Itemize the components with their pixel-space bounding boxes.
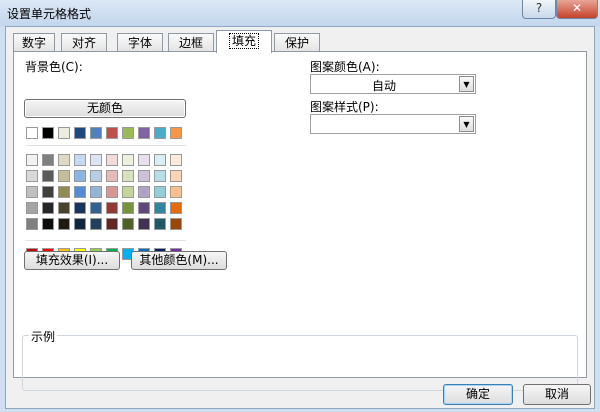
tab-font[interactable]: 字体: [117, 33, 163, 52]
color-swatch[interactable]: [42, 154, 54, 166]
pattern-color-dropdown[interactable]: 自动 ▼: [310, 74, 476, 94]
color-swatch[interactable]: [170, 218, 182, 230]
background-color-label: 背景色(C):: [25, 60, 83, 74]
title-bar: 设置单元格格式 ? ✕: [0, 0, 600, 26]
pattern-color-value: 自动: [371, 79, 396, 93]
color-swatch[interactable]: [138, 186, 150, 198]
chevron-down-icon[interactable]: ▼: [459, 76, 474, 92]
pattern-style-label: 图案样式(P):: [310, 100, 379, 114]
color-swatch[interactable]: [26, 218, 38, 230]
palette-separator: [26, 240, 186, 241]
color-swatch[interactable]: [74, 127, 86, 139]
pattern-color-label: 图案颜色(A):: [310, 60, 380, 74]
chevron-down-icon[interactable]: ▼: [459, 116, 474, 132]
color-swatch[interactable]: [26, 127, 38, 139]
tab-alignment[interactable]: 对齐: [61, 33, 107, 52]
cancel-button[interactable]: 取消: [523, 384, 591, 405]
color-swatch[interactable]: [106, 186, 118, 198]
color-swatch[interactable]: [154, 202, 166, 214]
color-swatch[interactable]: [58, 127, 70, 139]
color-swatch[interactable]: [58, 218, 70, 230]
color-swatch[interactable]: [138, 218, 150, 230]
color-swatch[interactable]: [154, 154, 166, 166]
fill-panel: 背景色(C): 无颜色 填充效果(I)... 其他颜色(M)... 图案颜色(A…: [13, 51, 587, 391]
color-swatch[interactable]: [170, 202, 182, 214]
color-swatch[interactable]: [138, 154, 150, 166]
color-swatch[interactable]: [90, 154, 102, 166]
color-swatch[interactable]: [42, 127, 54, 139]
color-swatch[interactable]: [74, 202, 86, 214]
color-swatch[interactable]: [90, 202, 102, 214]
color-swatch[interactable]: [74, 218, 86, 230]
ok-button[interactable]: 确定: [443, 384, 513, 405]
color-swatch[interactable]: [122, 170, 134, 182]
color-swatch[interactable]: [90, 127, 102, 139]
color-swatch[interactable]: [170, 127, 182, 139]
tab-number[interactable]: 数字: [13, 33, 55, 52]
color-swatch[interactable]: [42, 218, 54, 230]
help-button[interactable]: ?: [522, 0, 556, 19]
color-swatch[interactable]: [154, 170, 166, 182]
color-swatch[interactable]: [106, 127, 118, 139]
color-swatch[interactable]: [170, 154, 182, 166]
close-button[interactable]: ✕: [556, 0, 598, 19]
color-swatch[interactable]: [106, 218, 118, 230]
color-swatch[interactable]: [90, 170, 102, 182]
color-swatch[interactable]: [170, 186, 182, 198]
color-swatch[interactable]: [74, 170, 86, 182]
no-color-button[interactable]: 无颜色: [24, 99, 186, 118]
color-swatch[interactable]: [42, 170, 54, 182]
pattern-style-dropdown[interactable]: ▼: [310, 114, 476, 134]
color-swatch[interactable]: [122, 154, 134, 166]
color-swatch[interactable]: [58, 186, 70, 198]
color-swatch[interactable]: [58, 154, 70, 166]
color-swatch[interactable]: [154, 186, 166, 198]
color-swatch[interactable]: [138, 170, 150, 182]
sample-label: 示例: [29, 328, 58, 345]
more-colors-button[interactable]: 其他颜色(M)...: [131, 251, 227, 270]
color-swatch[interactable]: [154, 218, 166, 230]
color-swatch[interactable]: [122, 186, 134, 198]
color-swatch[interactable]: [58, 170, 70, 182]
color-swatch[interactable]: [42, 186, 54, 198]
color-swatch[interactable]: [74, 186, 86, 198]
dialog-title: 设置单元格格式: [7, 7, 92, 21]
fill-effects-button[interactable]: 填充效果(I)...: [24, 251, 120, 270]
color-swatch[interactable]: [26, 170, 38, 182]
color-swatch[interactable]: [26, 202, 38, 214]
color-swatch[interactable]: [138, 127, 150, 139]
color-swatch[interactable]: [106, 202, 118, 214]
color-swatch[interactable]: [90, 186, 102, 198]
color-swatch[interactable]: [154, 127, 166, 139]
color-swatch[interactable]: [106, 170, 118, 182]
color-swatch[interactable]: [58, 202, 70, 214]
color-swatch[interactable]: [26, 154, 38, 166]
color-swatch[interactable]: [122, 127, 134, 139]
color-swatch[interactable]: [170, 170, 182, 182]
tab-protection[interactable]: 保护: [274, 33, 320, 52]
color-swatch[interactable]: [90, 218, 102, 230]
color-swatch[interactable]: [42, 202, 54, 214]
color-swatch[interactable]: [122, 218, 134, 230]
color-swatch[interactable]: [26, 186, 38, 198]
color-swatch[interactable]: [106, 154, 118, 166]
sample-box: 示例: [22, 328, 578, 391]
color-swatch[interactable]: [74, 154, 86, 166]
color-swatch[interactable]: [138, 202, 150, 214]
dialog-body: 数字 对齐 字体 边框 填充 保护 背景色(C): 无颜色 填充效果(I)...…: [5, 26, 595, 409]
palette-separator: [26, 145, 186, 146]
color-swatch[interactable]: [122, 202, 134, 214]
tab-fill[interactable]: 填充: [216, 30, 272, 53]
tab-border[interactable]: 边框: [168, 33, 214, 52]
